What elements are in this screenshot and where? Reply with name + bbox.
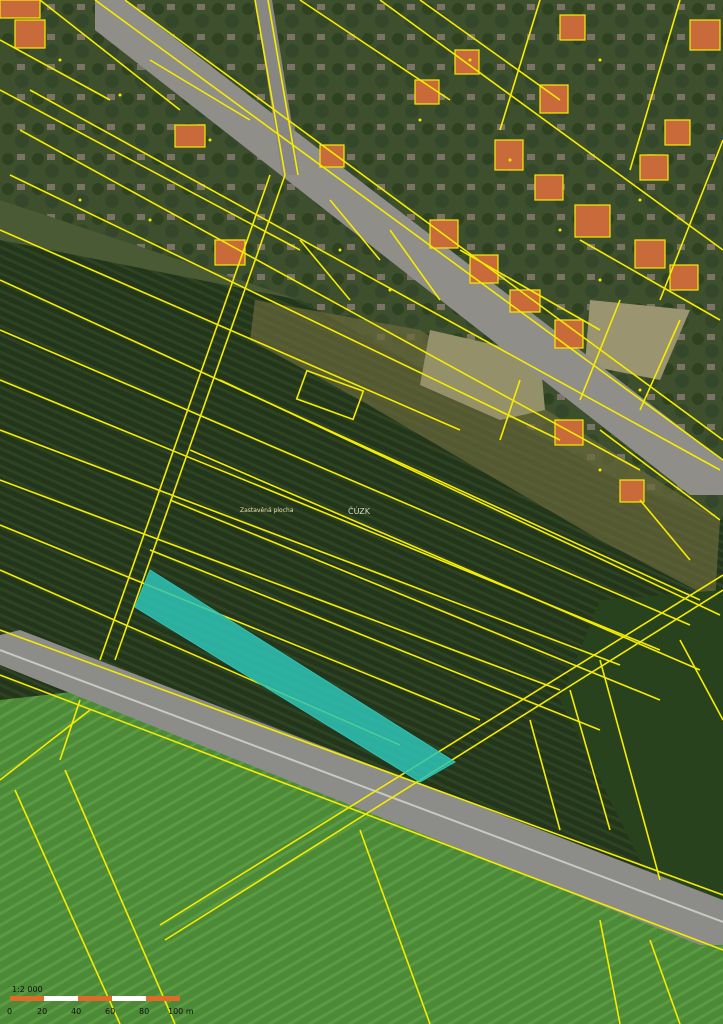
scale-tick-100: 100 m (168, 1007, 194, 1016)
scale-tick-0: 0 (7, 1007, 12, 1016)
scale-ratio: 1:2 000 (12, 985, 43, 994)
cadastral-map[interactable]: Zastavěná plocha ČÚZK 1:2 000 0 20 40 60… (0, 0, 723, 1024)
area-label: Zastavěná plocha (240, 507, 294, 514)
scale-tick-80: 80 (139, 1007, 149, 1016)
scale-tick-40: 40 (71, 1007, 81, 1016)
scale-tick-20: 20 (37, 1007, 47, 1016)
scale-tick-60: 60 (105, 1007, 115, 1016)
watermark-label: ČÚZK (348, 505, 371, 516)
